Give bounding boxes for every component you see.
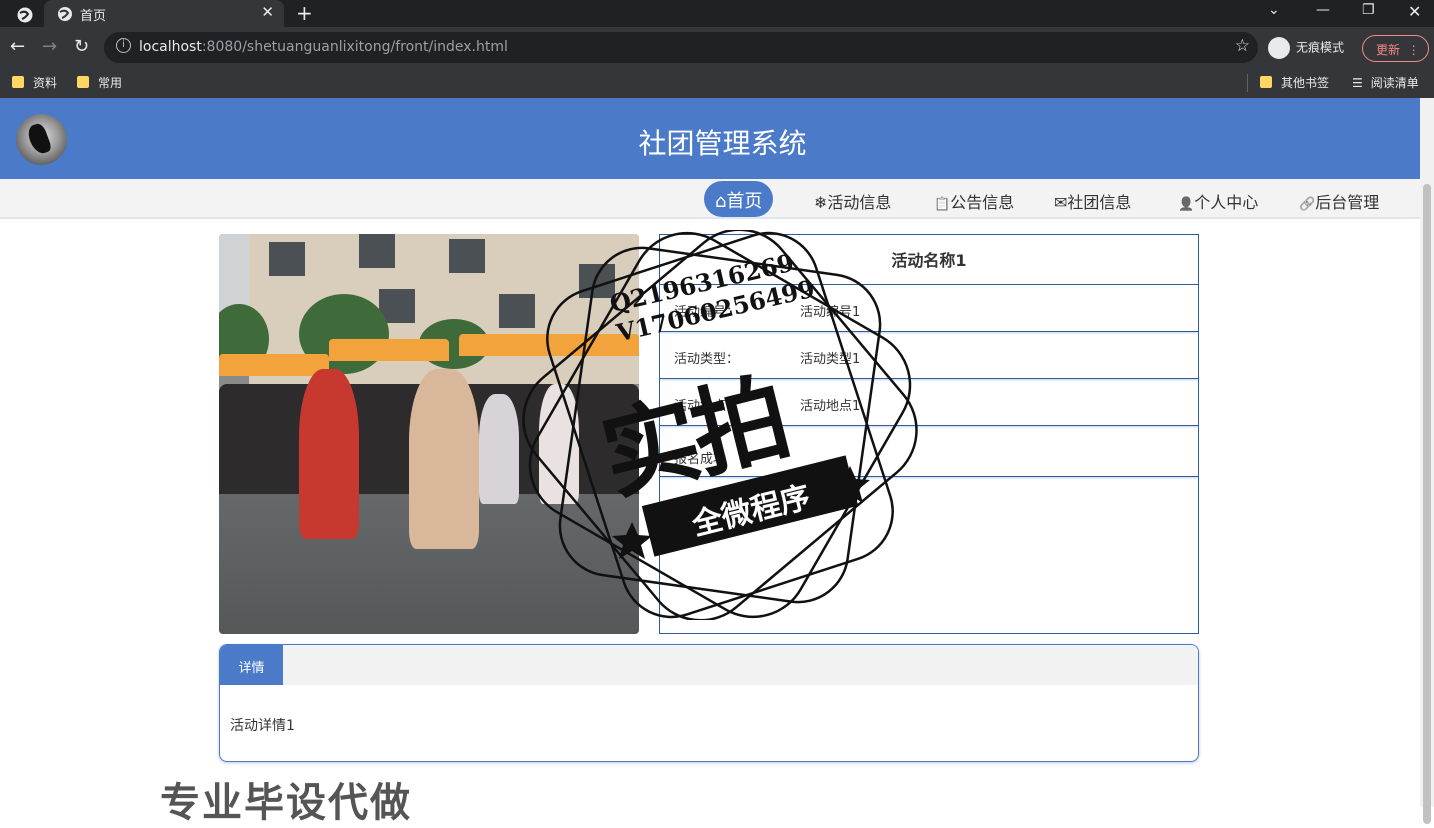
clipboard-icon: 📋 (934, 197, 951, 212)
snowflake-icon: ❄ (814, 193, 828, 212)
folder-icon (12, 76, 24, 88)
reading-list[interactable]: ☰ 阅读清单 (1352, 74, 1419, 91)
minimize-button[interactable]: — (1316, 2, 1330, 18)
folder-icon (77, 76, 89, 88)
tab-detail[interactable]: 详情 (220, 645, 283, 685)
bookmarks-bar: 资料 常用 其他书签 ☰ 阅读清单 (0, 68, 1434, 98)
browser-tab-bar: 首页 ✕ + ⌄ — ❐ ✕ (0, 0, 1434, 27)
mail-icon: ✉ (1054, 193, 1068, 212)
scrollbar-thumb[interactable] (1423, 184, 1431, 824)
info-value: 活动类型1 (800, 352, 861, 367)
url-text: localhost:8080/shetuanguanlixitong/front… (139, 39, 508, 55)
reload-icon[interactable]: ↻ (74, 36, 89, 57)
bookmark-folder-ziliao[interactable]: 资料 (12, 74, 57, 91)
close-tab-icon[interactable]: ✕ (261, 3, 274, 21)
nav-notice[interactable]: 📋公告信息 (934, 189, 1014, 213)
detail-tab-bar: 详情 (220, 645, 1198, 685)
nav-profile[interactable]: 👤个人中心 (1178, 189, 1258, 213)
new-tab-button[interactable]: + (296, 1, 313, 25)
globe-icon (58, 7, 72, 21)
main-nav: ⌂首页 ❄活动信息 📋公告信息 ✉社团信息 👤个人中心 🔗后台管理 (0, 179, 1420, 219)
nav-admin[interactable]: 🔗后台管理 (1299, 189, 1379, 213)
detail-panel: 详情 活动详情1 (219, 644, 1199, 762)
tab-title: 首页 (80, 9, 107, 24)
bookmark-folder-changyong[interactable]: 常用 (77, 74, 122, 91)
detail-content: 活动详情1 (230, 718, 295, 734)
restore-button[interactable]: ❐ (1362, 2, 1375, 18)
pinned-tab[interactable] (6, 4, 40, 24)
info-value: 活动地点1 (800, 399, 861, 414)
close-window-button[interactable]: ✕ (1408, 2, 1421, 21)
forward-icon[interactable]: → (42, 36, 57, 57)
incognito-indicator[interactable]: 无痕模式 (1268, 37, 1344, 59)
bookmark-separator (1247, 74, 1248, 92)
incognito-icon (1268, 37, 1290, 59)
more-menu-icon: ⋮ (1407, 43, 1420, 57)
browser-toolbar: ← → ↻ i localhost:8080/shetuanguanlixito… (0, 27, 1434, 68)
address-bar[interactable]: i localhost:8080/shetuanguanlixitong/fro… (104, 32, 1258, 63)
bookmark-other[interactable]: 其他书签 (1260, 74, 1329, 91)
nav-club[interactable]: ✉社团信息 (1054, 189, 1131, 213)
activity-photo (219, 234, 639, 634)
globe-icon (17, 7, 33, 23)
incognito-label: 无痕模式 (1296, 40, 1345, 55)
link-icon: 🔗 (1299, 197, 1316, 212)
back-icon[interactable]: ← (10, 36, 25, 57)
nav-home[interactable]: ⌂首页 (704, 181, 774, 217)
site-info-icon[interactable]: i (116, 38, 131, 53)
bookmark-star-icon[interactable]: ☆ (1235, 36, 1250, 56)
bottom-watermark: 专业毕设代做 (160, 780, 412, 826)
tab-home[interactable]: 首页 ✕ (44, 0, 284, 27)
nav-activity[interactable]: ❄活动信息 (814, 189, 891, 213)
folder-icon (1260, 76, 1272, 88)
user-icon: 👤 (1178, 197, 1195, 212)
page-scrollbar[interactable] (1420, 98, 1434, 824)
home-icon: ⌂ (715, 191, 727, 212)
site-title: 社团管理系统 (638, 127, 807, 160)
update-button[interactable]: 更新 ⋮ (1362, 35, 1429, 62)
tab-search-icon[interactable]: ⌄ (1268, 2, 1280, 18)
site-header: 社团管理系统 (0, 98, 1420, 179)
reading-list-icon: ☰ (1352, 76, 1363, 90)
